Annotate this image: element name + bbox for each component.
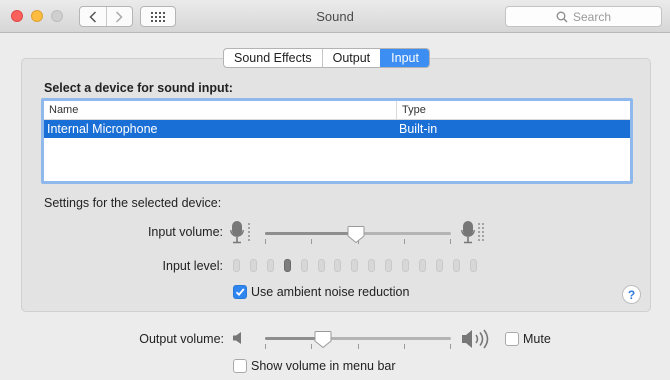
tab-bar: Sound Effects Output Input	[223, 48, 430, 68]
device-settings-label: Settings for the selected device:	[44, 196, 222, 210]
help-button[interactable]: ?	[622, 285, 641, 304]
speaker-low-icon	[233, 332, 241, 344]
input-volume-label: Input volume:	[147, 225, 223, 239]
mute-checkbox[interactable]	[505, 332, 519, 346]
column-header-name[interactable]: Name	[44, 101, 397, 119]
search-placeholder: Search	[572, 9, 612, 24]
search-field[interactable]: Search	[505, 6, 662, 27]
table-header: Name Type	[44, 101, 630, 120]
checkmark-icon	[235, 288, 245, 297]
level-bar	[418, 259, 426, 272]
level-bar	[452, 259, 460, 272]
input-level-label: Input level:	[162, 259, 223, 273]
tab-input[interactable]: Input	[380, 49, 429, 67]
device-name: Internal Microphone	[47, 122, 158, 136]
device-type: Built-in	[399, 122, 438, 136]
search-icon	[556, 11, 568, 22]
output-volume-label: Output volume:	[139, 332, 224, 346]
speaker-high-icon	[462, 329, 489, 349]
level-bar	[385, 259, 393, 272]
show-volume-label[interactable]: Show volume in menu bar	[251, 359, 396, 373]
output-volume-slider[interactable]	[265, 337, 451, 340]
device-table[interactable]: Name Type Internal Microphone Built-in	[41, 98, 633, 184]
level-bar	[469, 259, 477, 272]
level-bar	[266, 259, 274, 272]
level-bar	[435, 259, 443, 272]
level-bar	[283, 259, 291, 272]
level-bar	[300, 259, 308, 272]
mute-label[interactable]: Mute	[523, 332, 551, 346]
level-bar	[249, 259, 257, 272]
level-bar	[334, 259, 342, 272]
title-bar: Sound Search	[0, 0, 670, 33]
output-volume-knob[interactable]	[314, 330, 332, 349]
level-bar	[317, 259, 325, 272]
tab-sound-effects[interactable]: Sound Effects	[224, 49, 322, 67]
show-volume-checkbox[interactable]	[233, 359, 247, 373]
ambient-noise-checkbox[interactable]	[233, 285, 247, 299]
input-settings-panel	[21, 58, 651, 312]
level-bar	[233, 259, 240, 272]
input-volume-fill	[265, 232, 357, 235]
level-bar	[351, 259, 359, 272]
level-bar	[368, 259, 376, 272]
table-row[interactable]: Internal Microphone Built-in	[44, 120, 630, 138]
column-header-type[interactable]: Type	[397, 101, 630, 119]
microphone-low-icon	[230, 221, 250, 244]
device-section-heading: Select a device for sound input:	[44, 81, 233, 95]
level-bar	[402, 259, 409, 272]
microphone-high-icon	[461, 221, 484, 244]
tab-output[interactable]: Output	[321, 49, 381, 67]
input-volume-knob[interactable]	[347, 225, 365, 244]
ambient-noise-label[interactable]: Use ambient noise reduction	[251, 285, 409, 299]
